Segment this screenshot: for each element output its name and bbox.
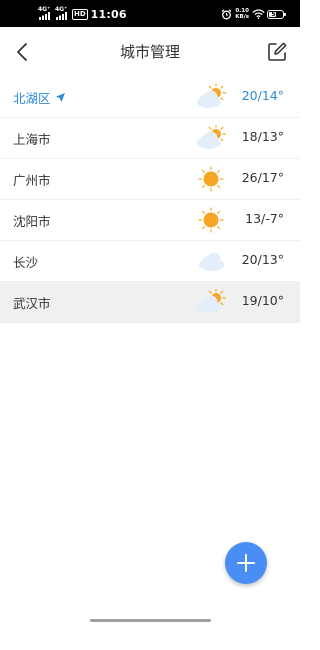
city-temperature: 20/13° bbox=[241, 252, 284, 267]
wifi-icon bbox=[252, 9, 265, 19]
partly-cloudy-icon bbox=[197, 84, 227, 108]
city-name: 北湖区 bbox=[13, 88, 66, 107]
city-name: 武汉市 bbox=[13, 293, 51, 312]
network-speed: 0.10 KB/s bbox=[235, 8, 249, 20]
page-title: 城市管理 bbox=[119, 43, 180, 61]
city-list: 北湖区 20/14° 上海市 18/13° 广州市 26/17° 沈阳市 13/-7° 长沙… bbox=[0, 77, 300, 323]
city-name-text: 上海市 bbox=[13, 132, 51, 147]
city-row[interactable]: 长沙 20/13° bbox=[0, 241, 300, 282]
city-name-text: 广州市 bbox=[13, 173, 51, 188]
city-temperature: 13/-7° bbox=[245, 211, 284, 226]
edit-button[interactable] bbox=[264, 39, 290, 65]
city-management-screen: 4G⁺ 4G⁺ HD 11:06 0.10 KB/s 51 城市管理 北湖区 2… bbox=[0, 0, 300, 650]
battery-level: 51 bbox=[271, 10, 280, 18]
partly-cloudy-icon bbox=[197, 289, 227, 313]
city-name: 沈阳市 bbox=[13, 211, 51, 230]
header: 城市管理 bbox=[0, 27, 300, 77]
city-row[interactable]: 武汉市 19/10° bbox=[0, 282, 300, 323]
sun-icon bbox=[198, 166, 224, 192]
city-name-text: 北湖区 bbox=[13, 91, 51, 106]
partly-cloudy-icon bbox=[197, 125, 227, 149]
city-temperature: 19/10° bbox=[241, 293, 284, 308]
status-right: 0.10 KB/s 51 bbox=[221, 7, 286, 21]
battery-icon: 51 bbox=[267, 9, 286, 19]
hd-badge: HD bbox=[72, 8, 88, 20]
signal-icon: 4G⁺ bbox=[55, 7, 70, 20]
edit-icon bbox=[268, 42, 287, 61]
city-name: 上海市 bbox=[13, 129, 51, 148]
plus-icon bbox=[237, 554, 255, 572]
city-row[interactable]: 沈阳市 13/-7° bbox=[0, 200, 300, 241]
city-name-text: 沈阳市 bbox=[13, 214, 51, 229]
net-speed-unit: KB/s bbox=[235, 14, 249, 20]
signal-icon: 4G⁺ bbox=[38, 7, 53, 20]
city-name: 广州市 bbox=[13, 170, 51, 189]
city-row[interactable]: 北湖区 20/14° bbox=[0, 77, 300, 118]
add-city-button[interactable] bbox=[225, 542, 267, 584]
city-name: 长沙 bbox=[13, 252, 38, 271]
sun-icon bbox=[198, 207, 224, 233]
status-left: 4G⁺ 4G⁺ HD 11:06 bbox=[38, 7, 127, 21]
status-bar: 4G⁺ 4G⁺ HD 11:06 0.10 KB/s 51 bbox=[0, 0, 300, 27]
city-name-text: 武汉市 bbox=[13, 296, 51, 311]
status-time: 11:06 bbox=[90, 7, 127, 21]
city-name-text: 长沙 bbox=[13, 255, 39, 270]
location-arrow-icon bbox=[55, 93, 65, 102]
city-row[interactable]: 广州市 26/17° bbox=[0, 159, 300, 200]
city-temperature: 20/14° bbox=[241, 88, 284, 103]
home-indicator[interactable] bbox=[90, 619, 211, 622]
alarm-icon bbox=[221, 9, 232, 19]
cloud-icon bbox=[199, 252, 225, 271]
city-row[interactable]: 上海市 18/13° bbox=[0, 118, 300, 159]
city-temperature: 18/13° bbox=[241, 129, 284, 144]
city-temperature: 26/17° bbox=[241, 170, 284, 185]
